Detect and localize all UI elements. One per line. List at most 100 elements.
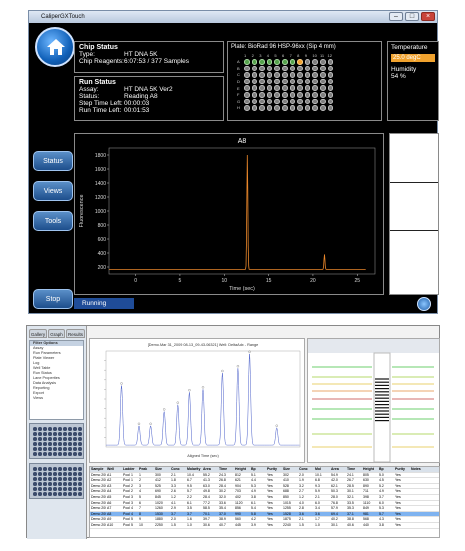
column-header[interactable]: Conc [298,467,314,472]
mini-well[interactable] [33,437,37,441]
plate-well[interactable] [274,98,280,105]
mini-well[interactable] [63,482,67,486]
mini-well[interactable] [43,447,47,451]
plate-well[interactable] [266,85,273,91]
plate-well[interactable] [327,65,334,72]
mini-well[interactable] [58,472,62,476]
plate-well[interactable] [297,78,303,85]
column-header[interactable]: Molarity [186,467,202,472]
mini-well[interactable] [68,447,72,451]
plate-well[interactable] [319,59,326,65]
peak-marker[interactable] [236,365,240,368]
plate-well[interactable] [281,105,288,111]
plate-well[interactable] [266,72,273,78]
peak-marker[interactable] [221,369,224,373]
plate-well[interactable] [251,59,258,65]
plate-well[interactable] [289,72,296,78]
mini-well[interactable] [78,482,82,486]
mini-well[interactable] [48,467,52,471]
mini-well[interactable] [73,442,77,446]
mini-well[interactable] [73,487,77,491]
plate-well[interactable] [297,59,303,65]
mini-well[interactable] [63,442,67,446]
mini-well[interactable] [43,432,47,436]
plate-well[interactable] [289,98,296,105]
maximize-button[interactable]: □ [405,12,419,21]
mini-well[interactable] [38,452,42,456]
plate-well[interactable] [289,78,296,85]
plate-well[interactable] [266,105,273,111]
mini-well[interactable] [38,487,42,491]
plate-well[interactable] [281,91,288,98]
plate-well[interactable] [319,91,326,98]
peak-marker[interactable] [163,408,166,411]
mini-well[interactable] [68,492,72,496]
mini-well[interactable] [38,442,42,446]
plate-well[interactable] [259,85,265,91]
peak-marker[interactable] [120,382,123,385]
mini-well[interactable] [73,432,77,436]
plate-well[interactable] [281,72,288,78]
mini-well[interactable] [48,447,52,451]
plate-well[interactable] [297,91,303,98]
mini-well[interactable] [48,437,52,441]
plate-well[interactable] [289,59,296,65]
mini-well[interactable] [43,442,47,446]
column-header[interactable]: Size [154,467,170,472]
plate-well[interactable] [327,78,334,85]
mini-well[interactable] [58,467,62,471]
mini-well[interactable] [53,472,57,476]
mini-well[interactable] [38,432,42,436]
mini-well[interactable] [33,477,37,481]
mini-well[interactable] [43,472,47,476]
mini-well[interactable] [78,477,82,481]
mini-well[interactable] [58,442,62,446]
plate-well[interactable] [319,78,326,85]
plate-well[interactable] [312,65,318,72]
plate-well[interactable] [251,91,258,98]
mini-well[interactable] [63,477,67,481]
plate-well[interactable] [259,78,265,85]
column-header[interactable]: Conc [170,467,186,472]
plate-well[interactable] [281,98,288,105]
column-header[interactable]: Ladder [122,467,138,472]
plate-well[interactable] [244,78,250,85]
mini-well[interactable] [33,492,37,496]
plate-well[interactable] [274,105,280,111]
plate-well[interactable] [244,85,250,91]
stop-button[interactable]: Stop [33,289,73,309]
tools-button[interactable]: Tools [33,211,73,231]
mini-well[interactable] [53,482,57,486]
mini-well[interactable] [48,472,52,476]
column-header[interactable]: Time [346,467,362,472]
plate-well[interactable] [274,65,280,72]
mini-well[interactable] [53,447,57,451]
plate-well[interactable] [297,65,303,72]
mini-well[interactable] [43,437,47,441]
column-header[interactable]: Sample [90,467,106,472]
plate-well[interactable] [281,59,288,65]
mini-well[interactable] [68,452,72,456]
plate-well[interactable] [244,105,250,111]
plate-well[interactable] [251,65,258,72]
plate-well[interactable] [327,72,334,78]
mini-well[interactable] [53,432,57,436]
mini-well[interactable] [48,492,52,496]
plate-map-secondary[interactable] [29,463,84,499]
plate-well[interactable] [266,59,273,65]
mini-well[interactable] [33,467,37,471]
plate-well[interactable] [281,85,288,91]
mini-well[interactable] [43,427,47,431]
mini-well[interactable] [48,477,52,481]
column-header[interactable]: Mol [314,467,330,472]
plate-well[interactable] [274,72,280,78]
plate-well[interactable] [289,65,296,72]
mini-well[interactable] [43,477,47,481]
plate-map-primary[interactable] [29,423,84,459]
mini-well[interactable] [68,437,72,441]
mini-well[interactable] [58,437,62,441]
plate-well[interactable] [304,98,311,105]
plate-well[interactable] [266,91,273,98]
mini-well[interactable] [63,447,67,451]
plate-well[interactable] [244,59,250,65]
